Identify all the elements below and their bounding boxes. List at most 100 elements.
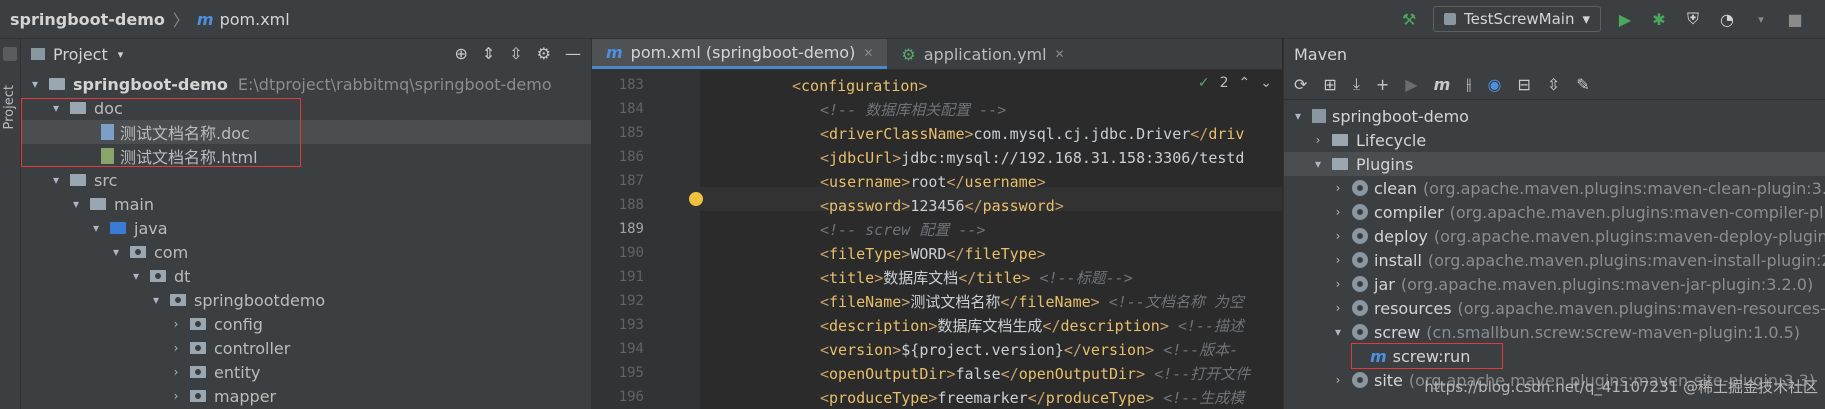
stop-icon[interactable]: ■ (1785, 9, 1805, 29)
project-panel-title[interactable]: Project (53, 45, 108, 64)
debug-icon[interactable]: ✱ (1649, 9, 1669, 29)
chevron-right-icon[interactable]: › (168, 365, 184, 379)
tree-item-entity[interactable]: › entity (21, 360, 261, 384)
tree-item-springbootdemo[interactable]: ▾ springbootdemo (21, 288, 325, 312)
code-punct: < (820, 293, 830, 311)
chevron-right-icon[interactable]: › (1330, 277, 1346, 291)
maven-plugin-resources[interactable]: › resources (org.apache.maven.plugins:ma… (1284, 296, 1825, 320)
chevron-down-icon[interactable]: ▾ (1310, 157, 1326, 171)
wrench-icon[interactable]: ✎ (1576, 75, 1589, 94)
tree-item-main[interactable]: ▾ main (21, 192, 154, 216)
tree-item-config[interactable]: › config (21, 312, 263, 336)
chevron-right-icon[interactable]: › (168, 389, 184, 403)
close-icon[interactable]: ✕ (1055, 47, 1065, 61)
lightbulb-icon[interactable] (689, 192, 703, 206)
tab-label: application.yml (923, 44, 1047, 64)
chevron-down-icon[interactable]: ▾ (118, 48, 124, 61)
maven-item-project[interactable]: ▾ springboot-demo (1284, 104, 1469, 128)
code-punct: > (901, 173, 911, 191)
expand-all-icon[interactable]: ⇕ (482, 44, 495, 63)
project-tool-icon[interactable] (3, 47, 17, 61)
chevron-up-icon[interactable]: ⌃ (1239, 75, 1251, 91)
maven-plugin-screw[interactable]: ▾ screw (cn.smallbun.screw:screw-maven-p… (1284, 320, 1800, 344)
chevron-down-icon[interactable]: ▾ (1330, 325, 1346, 339)
execute-goal-icon[interactable]: m (1434, 75, 1451, 94)
maven-item-detail: (org.apache.maven.plugins:maven-clean-pl… (1423, 178, 1825, 198)
maven-plugin-install[interactable]: › install (org.apache.maven.plugins:mave… (1284, 248, 1825, 272)
toggle-offline-icon[interactable]: ⫲ (1466, 74, 1471, 94)
breadcrumb-file[interactable]: pom.xml (220, 10, 290, 29)
inspection-widget[interactable]: ✓ 2 ⌃ ⌄ (1198, 75, 1272, 91)
gear-icon[interactable]: ⚙ (537, 44, 551, 63)
chevron-down-icon[interactable]: ▾ (48, 173, 64, 187)
chevron-down-icon[interactable]: ▾ (128, 269, 144, 283)
line-number: 192 (618, 293, 644, 309)
profile-icon[interactable]: ◔ (1717, 9, 1737, 29)
chevron-down-icon[interactable]: ▾ (148, 293, 164, 307)
tree-item-dt[interactable]: ▾ dt (21, 264, 190, 288)
code-token: <!--文档名称 为空 (1108, 293, 1244, 311)
breadcrumb-project[interactable]: springboot-demo (10, 10, 165, 29)
chevron-right-icon[interactable]: › (1310, 133, 1326, 147)
run-icon[interactable]: ▶ (1405, 75, 1417, 94)
tab-pom-xml[interactable]: m pom.xml (springboot-demo) ✕ (592, 39, 888, 69)
chevron-down-icon[interactable]: ▾ (88, 221, 104, 235)
chevron-down-icon[interactable]: ⌄ (1260, 75, 1272, 91)
tab-application-yml[interactable]: ⚙ application.yml ✕ (887, 39, 1078, 69)
locate-icon[interactable]: ⊕ (454, 44, 467, 63)
collapse-all-icon[interactable]: ⇳ (1547, 75, 1560, 94)
chevron-right-icon[interactable]: › (1330, 373, 1346, 387)
run-icon[interactable]: ▶ (1615, 9, 1635, 29)
maven-plugin-jar[interactable]: › jar (org.apache.maven.plugins:maven-ja… (1284, 272, 1814, 296)
add-icon[interactable]: + (1376, 75, 1389, 94)
chevron-right-icon[interactable]: › (1330, 301, 1346, 315)
maven-plugin-compiler[interactable]: › compiler (org.apache.maven.plugins:mav… (1284, 200, 1825, 224)
download-icon[interactable]: ⤓ (1353, 74, 1360, 94)
package-icon (190, 342, 206, 354)
hide-icon[interactable]: — (565, 44, 581, 63)
code-token: password (829, 197, 902, 215)
more-run-options-icon[interactable]: ▾ (1751, 9, 1771, 29)
code-line: <jdbcUrl>jdbc:mysql://192.168.31.158:330… (820, 146, 1244, 170)
skip-tests-icon[interactable]: ◉ (1487, 75, 1501, 94)
run-toolbar: ⚒ TestScrewMain ▾ ▶ ✱ ⛨ ◔ ▾ ■ (1399, 0, 1805, 38)
close-icon[interactable]: ✕ (863, 46, 873, 60)
code-punct: > (1136, 365, 1146, 383)
tree-item-src[interactable]: ▾ src (21, 168, 117, 192)
tree-item-com[interactable]: ▾ com (21, 240, 188, 264)
tree-item-mapper[interactable]: › mapper (21, 384, 277, 408)
line-number: 189 (618, 221, 644, 237)
maven-item-plugins[interactable]: ▾ Plugins (1284, 152, 1825, 176)
coverage-icon[interactable]: ⛨ (1683, 9, 1703, 29)
tree-item-java[interactable]: ▾ java (21, 216, 168, 240)
run-config-select[interactable]: TestScrewMain ▾ (1433, 6, 1601, 32)
check-icon: ✓ (1197, 75, 1210, 91)
collapse-all-icon[interactable]: ⇳ (509, 44, 522, 63)
chevron-right-icon[interactable]: › (1330, 229, 1346, 243)
code-token: 测试文档名称 (910, 293, 1001, 311)
code-token: <!--打开文件 (1154, 365, 1251, 383)
maven-item-label: clean (1374, 178, 1418, 198)
chevron-down-icon[interactable]: ▾ (1290, 109, 1306, 123)
build-hammer-icon[interactable]: ⚒ (1399, 9, 1419, 29)
chevron-down-icon[interactable]: ▾ (108, 245, 124, 259)
show-dependencies-icon[interactable]: ⊟ (1517, 75, 1530, 94)
tree-item-controller[interactable]: › controller (21, 336, 291, 360)
chevron-right-icon[interactable]: › (168, 317, 184, 331)
chevron-down-icon[interactable]: ▾ (27, 77, 43, 91)
maven-item-lifecycle[interactable]: › Lifecycle (1284, 128, 1427, 152)
chevron-right-icon[interactable]: › (1330, 253, 1346, 267)
tree-item-springboot-demo[interactable]: ▾ springboot-demo E:\dtproject\rabbitmq\… (21, 72, 552, 96)
maven-item-label: resources (1374, 298, 1452, 318)
chevron-right-icon[interactable]: › (1330, 181, 1346, 195)
reload-icon[interactable]: ⟳ (1294, 75, 1307, 94)
maven-plugin-deploy[interactable]: › deploy (org.apache.maven.plugins:maven… (1284, 224, 1825, 248)
maven-plugin-clean[interactable]: › clean (org.apache.maven.plugins:maven-… (1284, 176, 1825, 200)
chevron-down-icon[interactable]: ▾ (68, 197, 84, 211)
project-tool-button[interactable]: Project (2, 85, 17, 129)
chevron-right-icon[interactable]: › (168, 341, 184, 355)
generate-sources-icon[interactable]: ⊞ (1323, 75, 1336, 94)
maven-item-label: Plugins (1356, 154, 1414, 174)
chevron-right-icon[interactable]: › (1330, 205, 1346, 219)
maven-item-detail: (org.apache.maven.plugins:maven-compiler… (1449, 202, 1825, 222)
